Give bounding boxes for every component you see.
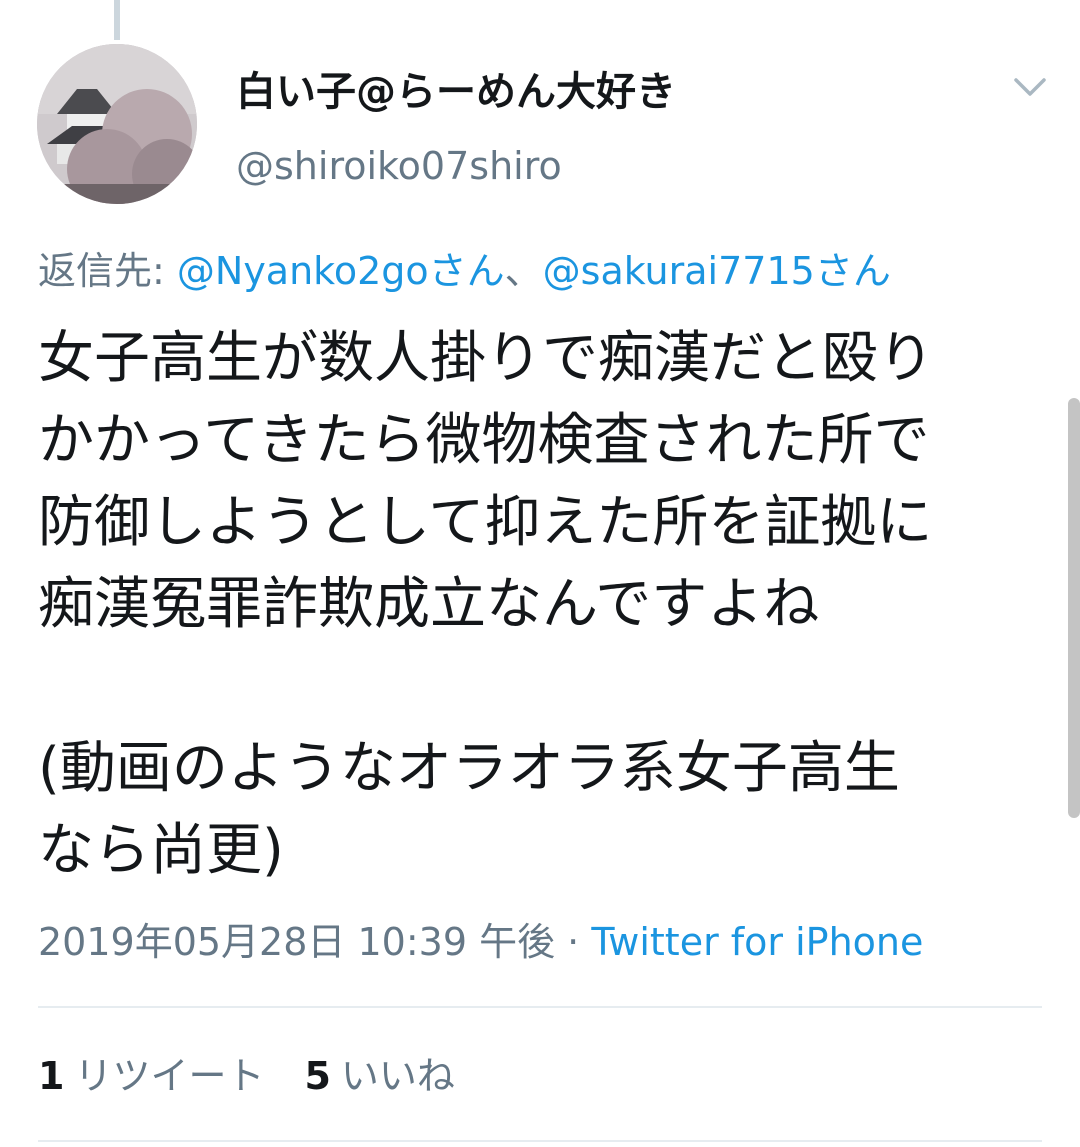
display-name[interactable]: 白い子@らーめん大好き bbox=[236, 64, 676, 120]
tweet-meta: 2019年05月28日 10:39 午後 · Twitter for iPhon… bbox=[38, 914, 923, 970]
likes-stat[interactable]: 5 いいね bbox=[304, 1054, 454, 1098]
meta-separator-dot: · bbox=[555, 920, 592, 964]
thread-connector-line bbox=[114, 0, 120, 40]
user-handle[interactable]: @shiroiko07shiro bbox=[236, 140, 562, 192]
tweet-text-line: 痴漢冤罪詐欺成立なんですよね bbox=[38, 572, 820, 637]
scrollbar[interactable] bbox=[1068, 398, 1080, 818]
avatar[interactable] bbox=[37, 44, 197, 204]
tweet-text-line: 女子高生が数人掛りで痴漢だと殴り bbox=[38, 326, 934, 391]
tweet-timestamp[interactable]: 2019年05月28日 10:39 午後 bbox=[38, 920, 555, 964]
tweet-source-link[interactable]: Twitter for iPhone bbox=[591, 920, 923, 964]
reply-to-line: 返信先: @Nyanko2goさん、@sakurai7715さん bbox=[38, 244, 891, 298]
tweet-text: 女子高生が数人掛りで痴漢だと殴り かかってきたら微物検査された所で 防御しようと… bbox=[38, 318, 1048, 892]
retweets-count: 1 bbox=[38, 1054, 65, 1098]
tweet-text-line: かかってきたら微物検査された所で bbox=[38, 408, 930, 473]
chevron-down-icon[interactable] bbox=[1008, 70, 1052, 106]
tweet-stats: 1 リツイート 5 いいね bbox=[38, 1048, 495, 1104]
divider bbox=[38, 1006, 1042, 1008]
reply-separator: 、 bbox=[504, 249, 543, 293]
retweets-stat[interactable]: 1 リツイート bbox=[38, 1054, 264, 1098]
avatar-photo bbox=[37, 44, 197, 204]
reply-mention-sakurai7715[interactable]: @sakurai7715さん bbox=[543, 249, 891, 293]
reply-mention-nyanko2go[interactable]: @Nyanko2goさん bbox=[177, 249, 505, 293]
retweets-label: リツイート bbox=[74, 1054, 265, 1098]
reply-to-label: 返信先: bbox=[38, 249, 177, 293]
tweet-text-line: (動画のようなオラオラ系女子高生 bbox=[38, 736, 900, 801]
tweet-text-line: なら尚更) bbox=[38, 818, 284, 883]
tweet-text-line: 防御しようとして抑えた所を証拠に bbox=[38, 490, 933, 555]
likes-count: 5 bbox=[304, 1054, 331, 1098]
likes-label: いいね bbox=[340, 1054, 455, 1098]
divider bbox=[38, 1140, 1042, 1142]
